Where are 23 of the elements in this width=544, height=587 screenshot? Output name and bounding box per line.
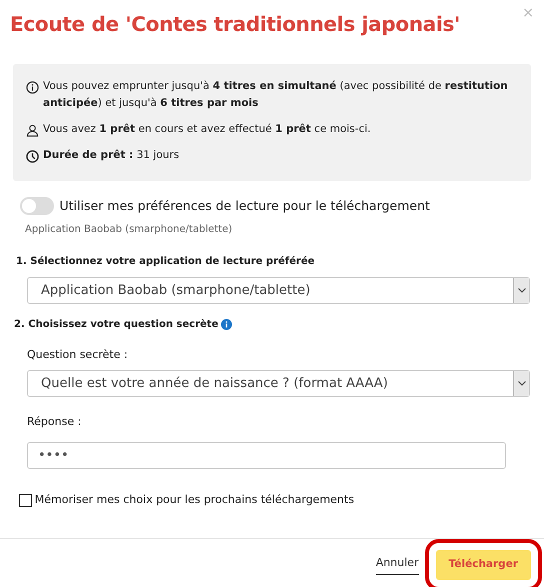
toggle-switch[interactable] (20, 197, 54, 216)
clock-icon (26, 150, 39, 163)
answer-field[interactable]: •••• (27, 442, 506, 469)
step-label: 2. Choisissez votre question secrète (14, 318, 218, 332)
info-icon (26, 81, 39, 94)
caret-icon (518, 288, 526, 293)
field-label: Réponse : (26, 414, 82, 430)
select-field[interactable]: Quelle est votre année de naissance ? (format AAAA) (27, 370, 530, 398)
info-text: Vous pouvez emprunter jusqu'à 4 titres en simultané (avec possibilité de restitution anticipée) et jusqu'à 6 titres par mois (43, 79, 509, 111)
info-text: Vous avez 1 prêt en cours et avez effectué 1 prêt ce mois-ci. (43, 122, 371, 137)
field-label: Question secrète : (26, 346, 129, 363)
user-icon (26, 124, 39, 137)
checkbox-label: Mémoriser mes choix pour les prochains téléchargements (34, 492, 354, 508)
select-field[interactable]: Application Baobab (smarphone/tablette) (27, 276, 530, 304)
cancel-link[interactable]: Annuler (376, 555, 419, 574)
dialog-title: Ecoute de 'Contes traditionnels japonais' (10, 12, 460, 36)
checkbox[interactable] (19, 494, 32, 506)
step-label: 1. Sélectionnez votre application de lecture préférée (15, 254, 316, 269)
caret-icon (518, 381, 526, 386)
preference-hint: Application Baobab (smarphone/tablette) (24, 222, 234, 237)
info-text: Durée de prêt : 31 jours (43, 148, 180, 163)
toggle-label: Utiliser mes préférences de lecture pour le téléchargement (60, 197, 430, 215)
info-icon[interactable] (221, 318, 232, 330)
